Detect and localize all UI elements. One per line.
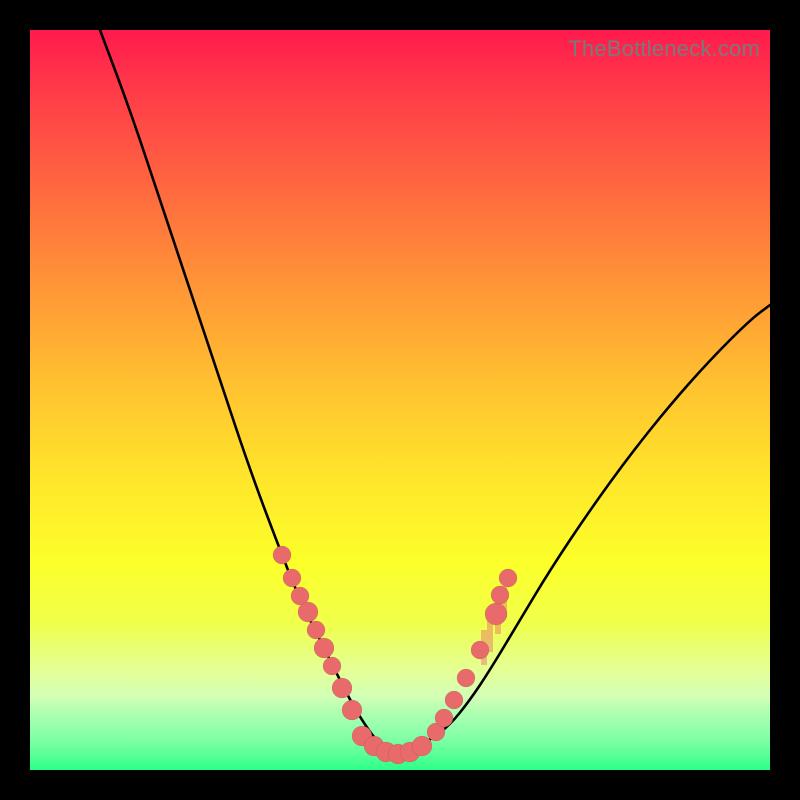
data-dot	[445, 691, 463, 709]
curve-left	[100, 30, 390, 755]
data-dot	[283, 569, 301, 587]
data-dot	[471, 641, 489, 659]
data-dot	[314, 638, 334, 658]
data-dot	[342, 700, 362, 720]
data-dot	[457, 669, 475, 687]
data-dot	[499, 569, 517, 587]
data-dot	[412, 736, 432, 756]
data-dot	[435, 709, 453, 727]
data-dot	[332, 678, 352, 698]
data-dot	[273, 546, 291, 564]
data-dot	[485, 603, 507, 625]
data-dot	[491, 586, 509, 604]
dots-group	[273, 546, 517, 764]
watermark-text: TheBottleneck.com	[568, 36, 760, 62]
data-dot	[323, 657, 341, 675]
chart-frame: TheBottleneck.com	[30, 30, 770, 770]
data-dot	[298, 602, 318, 622]
plot-svg	[30, 30, 770, 770]
curve-right	[390, 305, 770, 755]
data-dot	[307, 621, 325, 639]
